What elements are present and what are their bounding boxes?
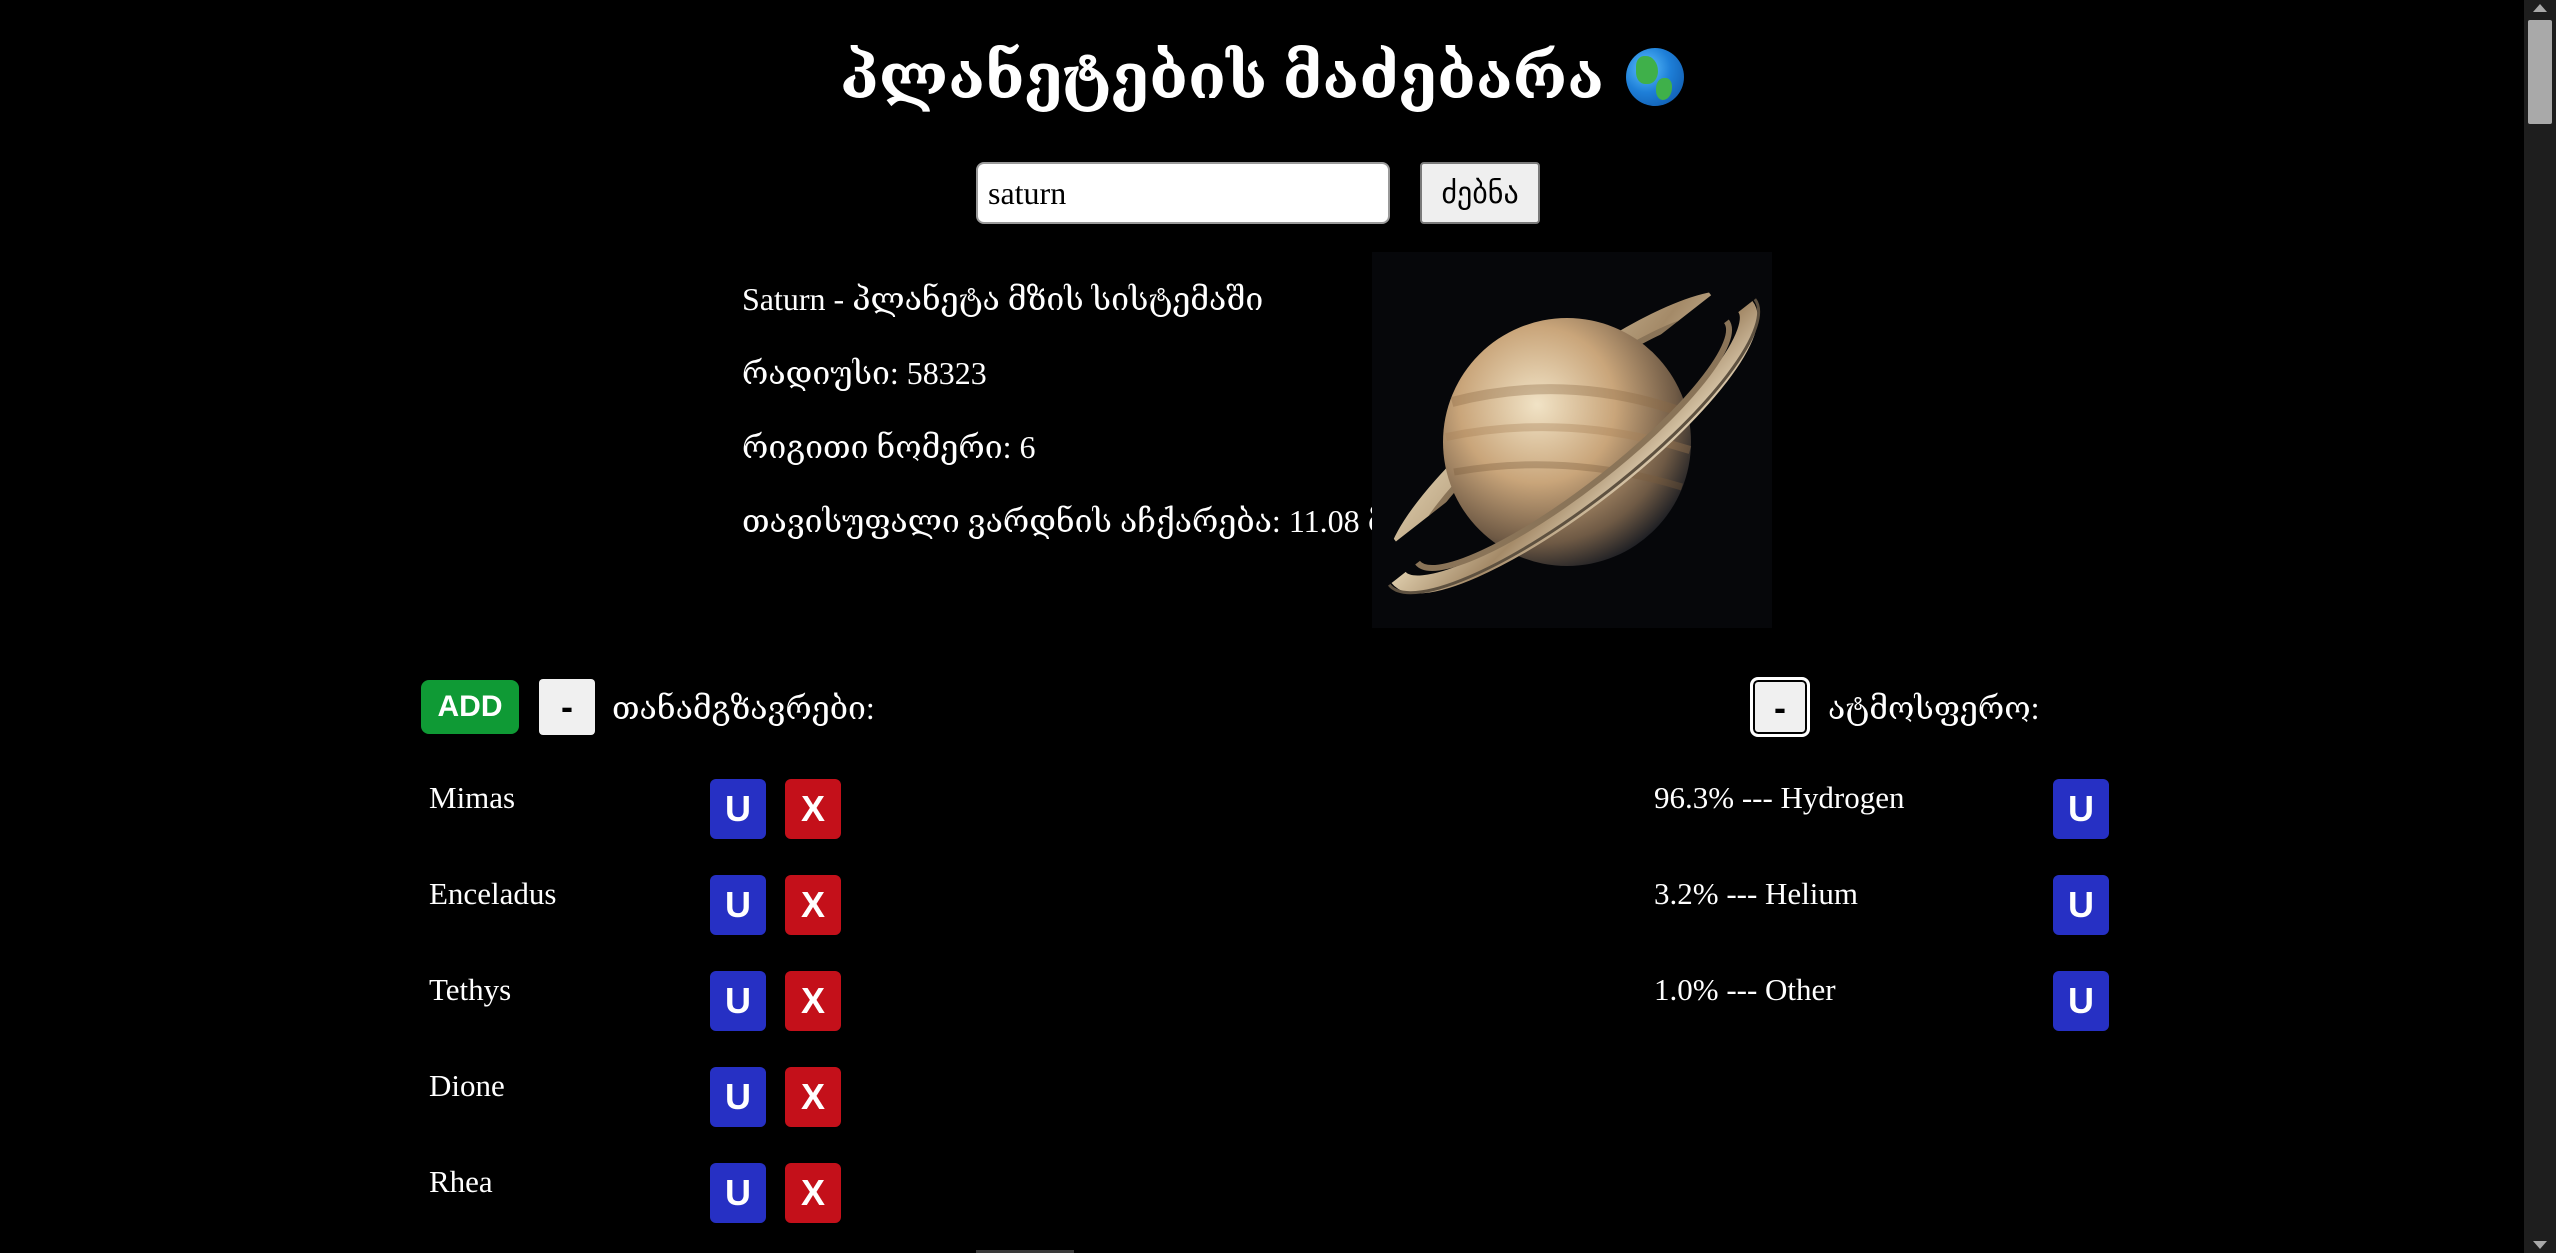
delete-moon-button[interactable]: X (785, 779, 841, 839)
planet-description: Saturn - პლანეტა მზის სისტემაში (742, 281, 1264, 317)
delete-moon-button[interactable]: X (785, 875, 841, 935)
atmosphere-collapse-button[interactable]: - (1750, 677, 1810, 737)
update-moon-button[interactable]: U (710, 779, 766, 839)
atmosphere-section-label: ატმოსფერო: (1828, 690, 2040, 726)
page: პლანეტების მაძებარა ძებნა Saturn - პლანე… (0, 0, 2556, 1253)
delete-moon-button[interactable]: X (785, 1163, 841, 1223)
page-title: პლანეტების მაძებარა (0, 38, 2524, 118)
planet-order: რიგითი ნომერი: 6 (742, 429, 1036, 465)
globe-icon (1625, 48, 1684, 106)
update-moon-button[interactable]: U (710, 875, 766, 935)
update-atmosphere-button[interactable]: U (2053, 875, 2109, 935)
moon-name: Enceladus (429, 876, 557, 911)
planet-gravity: თავისუფალი ვარდნის აჩქარება: 11.08 მ/წ (742, 503, 1414, 539)
update-atmosphere-button[interactable]: U (2053, 779, 2109, 839)
moon-name: Dione (429, 1068, 505, 1103)
update-moon-button[interactable]: U (710, 1067, 766, 1127)
delete-moon-button[interactable]: X (785, 971, 841, 1031)
update-moon-button[interactable]: U (710, 1163, 766, 1223)
scroll-up-icon[interactable] (2533, 4, 2547, 12)
atmosphere-component: 1.0% --- Other (1654, 972, 1836, 1007)
scrollbar[interactable] (2524, 0, 2556, 1253)
planet-info: Saturn - პლანეტა მზის სისტემაში რადიუსი:… (742, 282, 1414, 578)
update-moon-button[interactable]: U (710, 971, 766, 1031)
search-button[interactable]: ძებნა (1420, 162, 1540, 224)
search-input[interactable] (976, 162, 1390, 224)
saturn-image (1372, 252, 1772, 628)
scroll-down-icon[interactable] (2533, 1241, 2547, 1249)
moon-name: Mimas (429, 780, 516, 815)
page-title-text: პლანეტების მაძებარა (840, 44, 1604, 112)
delete-moon-button[interactable]: X (785, 1067, 841, 1127)
atmosphere-component: 3.2% --- Helium (1654, 876, 1859, 911)
atmosphere-component: 96.3% --- Hydrogen (1654, 780, 1905, 815)
planet-radius: რადიუსი: 58323 (742, 355, 987, 391)
add-moon-button[interactable]: ADD (421, 680, 519, 734)
moon-name: Rhea (429, 1164, 493, 1199)
moons-section-label: თანამგზავრები: (612, 690, 875, 726)
moons-collapse-button[interactable]: - (539, 679, 595, 735)
moon-name: Tethys (429, 972, 512, 1007)
scrollbar-thumb[interactable] (2528, 20, 2552, 124)
update-atmosphere-button[interactable]: U (2053, 971, 2109, 1031)
